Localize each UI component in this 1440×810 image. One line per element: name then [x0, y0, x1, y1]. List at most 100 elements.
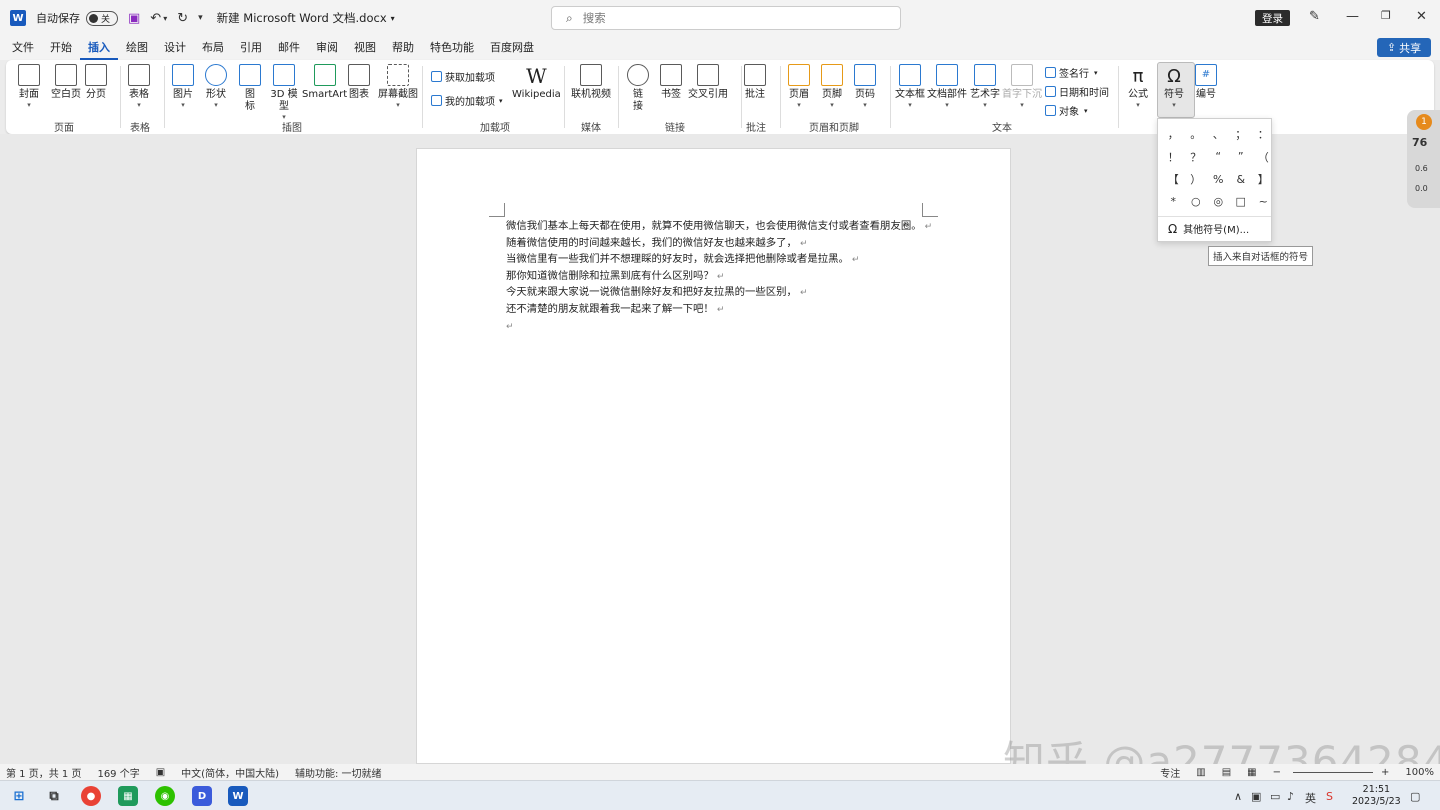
- bookmark-button[interactable]: 书签: [660, 64, 682, 101]
- table-button[interactable]: 表格 ▾: [128, 64, 150, 109]
- comment-button[interactable]: 批注: [744, 64, 766, 101]
- symbol-cell[interactable]: %: [1207, 168, 1230, 191]
- focus-button[interactable]: 专注: [1160, 765, 1180, 780]
- page-count[interactable]: 第 1 页，共 1 页: [6, 765, 81, 780]
- restore-icon[interactable]: ❐: [1381, 9, 1391, 22]
- symbol-cell[interactable]: ，: [1162, 123, 1185, 146]
- zoom-level[interactable]: 100%: [1405, 767, 1434, 778]
- wordart-button[interactable]: 艺术字 ▾: [970, 64, 1000, 109]
- zoom-out-icon[interactable]: −: [1273, 767, 1281, 778]
- tab-mailings[interactable]: 邮件: [270, 36, 308, 60]
- symbol-cell[interactable]: “: [1207, 146, 1230, 169]
- tray-chevron-icon[interactable]: ∧: [1234, 790, 1242, 803]
- word-count[interactable]: 169 个字: [97, 765, 139, 780]
- icons-button[interactable]: 图标: [239, 64, 261, 113]
- symbol-button[interactable]: Ω 符号 ▾: [1164, 64, 1184, 109]
- web-layout-icon[interactable]: ▦: [1247, 767, 1256, 778]
- pen-icon[interactable]: ✎: [1309, 9, 1320, 24]
- tab-view[interactable]: 视图: [346, 36, 384, 60]
- symbol-cell[interactable]: ○: [1185, 191, 1208, 214]
- document-name[interactable]: 新建 Microsoft Word 文档.docx: [217, 10, 387, 26]
- shapes-button[interactable]: 形状 ▾: [205, 64, 227, 109]
- symbol-cell[interactable]: ！: [1162, 146, 1185, 169]
- tab-review[interactable]: 审阅: [308, 36, 346, 60]
- header-button[interactable]: 页眉 ▾: [788, 64, 810, 109]
- online-video-button[interactable]: 联机视频: [571, 64, 611, 101]
- accessibility-status[interactable]: 辅助功能: 一切就绪: [295, 765, 382, 780]
- get-addins-button[interactable]: 获取加载项: [431, 69, 495, 84]
- symbol-cell[interactable]: ？: [1185, 146, 1208, 169]
- blank-page-button[interactable]: 空白页: [51, 64, 81, 101]
- chevron-down-icon[interactable]: ▾: [391, 14, 395, 23]
- screenshot-button[interactable]: 屏幕截图 ▾: [378, 64, 418, 109]
- save-icon[interactable]: ▣: [128, 11, 140, 26]
- zoom-in-icon[interactable]: +: [1381, 767, 1389, 778]
- tab-layout[interactable]: 布局: [194, 36, 232, 60]
- symbol-cell[interactable]: ：: [1252, 123, 1275, 146]
- tray-network-icon[interactable]: ▣: [1251, 790, 1261, 803]
- minimize-icon[interactable]: —: [1346, 9, 1359, 24]
- wikipedia-button[interactable]: W Wikipedia: [512, 64, 561, 101]
- close-icon[interactable]: ✕: [1416, 9, 1427, 24]
- equation-button[interactable]: π 公式 ▾: [1128, 64, 1148, 109]
- tab-file[interactable]: 文件: [0, 36, 42, 60]
- symbol-cell[interactable]: ~: [1252, 191, 1275, 214]
- chrome-icon[interactable]: ●: [81, 786, 101, 806]
- app-blue-icon[interactable]: D: [192, 786, 212, 806]
- symbol-cell[interactable]: 。: [1185, 123, 1208, 146]
- search-box[interactable]: ⌕ 搜索: [551, 6, 901, 30]
- symbol-cell[interactable]: ；: [1230, 123, 1253, 146]
- more-symbols-menu-item[interactable]: Ω 其他符号(M)...: [1168, 221, 1249, 237]
- clock[interactable]: 21:51 2023/5/23: [1352, 784, 1401, 808]
- tab-help[interactable]: 帮助: [384, 36, 422, 60]
- symbol-cell[interactable]: 、: [1207, 123, 1230, 146]
- object-button[interactable]: 对象 ▾: [1045, 103, 1088, 118]
- word-taskbar-icon[interactable]: W: [228, 786, 248, 806]
- symbol-cell[interactable]: ）: [1185, 168, 1208, 191]
- symbol-cell[interactable]: 】: [1252, 168, 1275, 191]
- system-monitor-widget[interactable]: 1 76 0.6 0.0: [1407, 110, 1440, 208]
- tab-insert[interactable]: 插入: [80, 36, 118, 60]
- tray-app-icon[interactable]: S: [1326, 790, 1333, 803]
- document-body[interactable]: 微信我们基本上每天都在使用，就算不使用微信聊天，也会使用微信支付或者查看朋友圈。…: [506, 219, 946, 335]
- tray-display-icon[interactable]: ▭: [1270, 790, 1280, 803]
- app-green-icon[interactable]: ▦: [118, 786, 138, 806]
- symbol-cell[interactable]: ”: [1230, 146, 1253, 169]
- customize-toolbar-icon[interactable]: ▾: [198, 13, 203, 23]
- my-addins-button[interactable]: 我的加载项 ▾: [431, 93, 503, 108]
- quick-parts-button[interactable]: 文档部件 ▾: [927, 64, 967, 109]
- tray-volume-icon[interactable]: ♪: [1287, 790, 1294, 803]
- symbol-cell[interactable]: &: [1230, 168, 1253, 191]
- symbol-cell[interactable]: ◎: [1207, 191, 1230, 214]
- tab-home[interactable]: 开始: [42, 36, 80, 60]
- tab-design[interactable]: 设计: [156, 36, 194, 60]
- cross-ref-button[interactable]: 交叉引用: [688, 64, 728, 101]
- autosave-toggle[interactable]: 关: [86, 10, 118, 26]
- read-mode-icon[interactable]: ▥: [1196, 767, 1205, 778]
- print-layout-icon[interactable]: ▤: [1222, 767, 1231, 778]
- page-number-button[interactable]: 页码 ▾: [854, 64, 876, 109]
- footer-button[interactable]: 页脚 ▾: [821, 64, 843, 109]
- link-button[interactable]: 链接: [626, 64, 650, 113]
- tab-draw[interactable]: 绘图: [118, 36, 156, 60]
- datetime-button[interactable]: 日期和时间: [1045, 84, 1109, 99]
- smartart-button[interactable]: SmartArt: [302, 64, 347, 101]
- tab-references[interactable]: 引用: [232, 36, 270, 60]
- textbox-button[interactable]: 文本框 ▾: [895, 64, 925, 109]
- task-view-icon[interactable]: ⧉: [44, 786, 64, 806]
- proofing-icon[interactable]: ▣: [156, 767, 165, 778]
- chart-button[interactable]: 图表: [348, 64, 370, 101]
- language-status[interactable]: 中文(简体，中国大陆): [181, 765, 279, 780]
- numbering-button[interactable]: # 编号: [1195, 64, 1217, 101]
- tab-features[interactable]: 特色功能: [422, 36, 482, 60]
- windows-start-icon[interactable]: ⊞: [9, 786, 29, 806]
- symbol-cell[interactable]: *: [1162, 191, 1185, 214]
- cover-button[interactable]: 封面 ▾: [18, 64, 40, 109]
- login-button[interactable]: 登录: [1255, 10, 1290, 26]
- redo-icon[interactable]: ↻: [177, 11, 188, 26]
- tray-ime-icon[interactable]: 英: [1305, 790, 1316, 806]
- symbol-cell[interactable]: 【: [1162, 168, 1185, 191]
- undo-icon[interactable]: ↶: [150, 11, 161, 26]
- undo-dropdown-icon[interactable]: ▾: [163, 14, 167, 23]
- picture-button[interactable]: 图片 ▾: [172, 64, 194, 109]
